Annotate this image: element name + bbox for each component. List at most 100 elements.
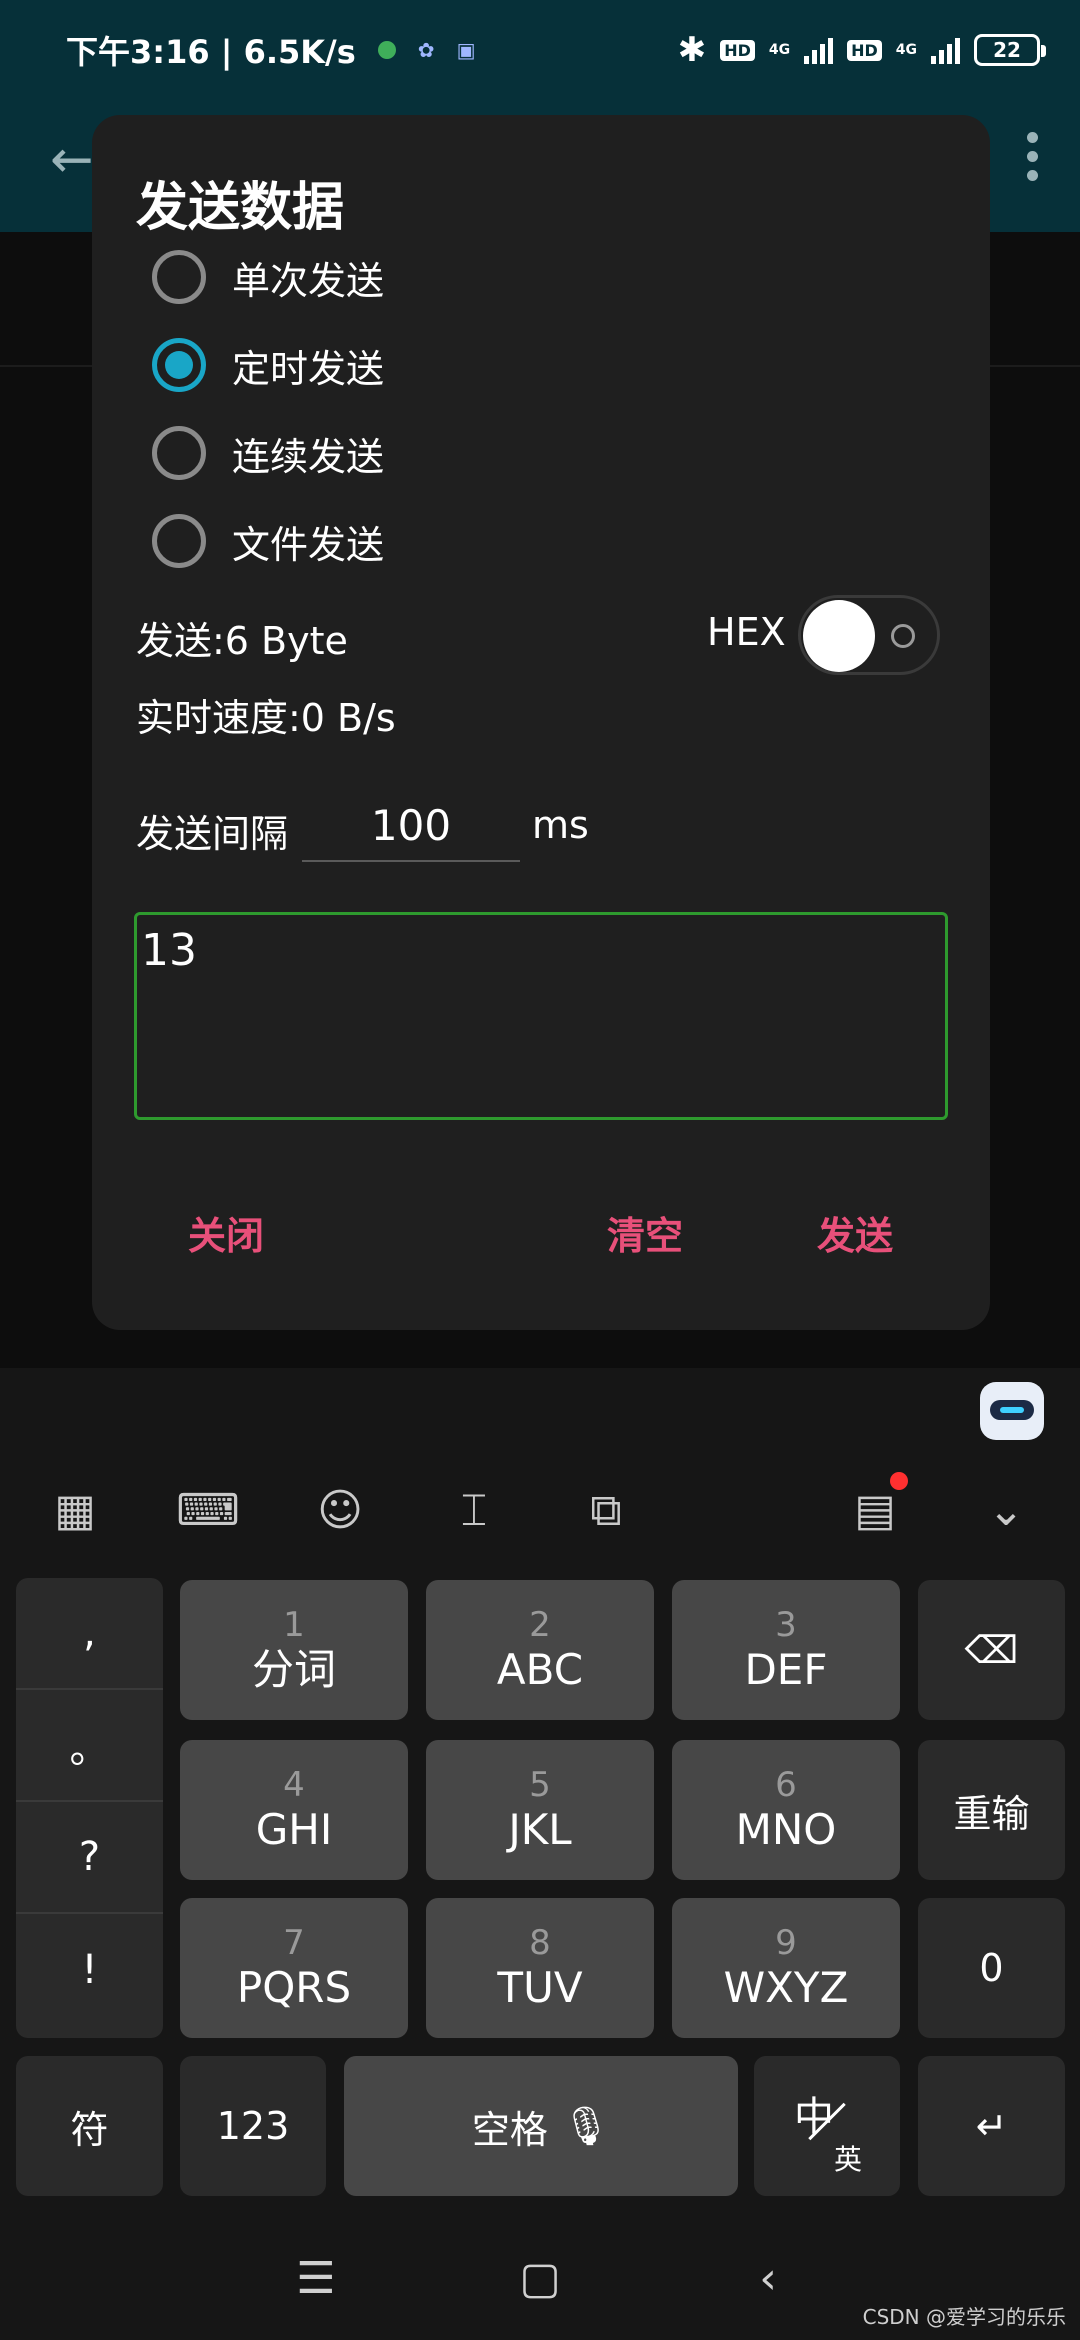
notification-dot xyxy=(890,1472,908,1490)
home-icon[interactable]: ▢ xyxy=(510,2248,570,2308)
key-9[interactable]: 9 WXYZ xyxy=(672,1898,900,2038)
assistant-robot-icon[interactable] xyxy=(980,1382,1044,1440)
keyboard-layout-icon[interactable]: ⌨ xyxy=(176,1470,240,1550)
reinput-key[interactable]: 重输 xyxy=(918,1740,1065,1880)
back-icon[interactable]: ‹ xyxy=(738,2248,798,2308)
key-8[interactable]: 8 TUV xyxy=(426,1898,654,2038)
symbol-label: 符 xyxy=(70,2107,109,2152)
key-letters: DEF xyxy=(744,1645,828,1694)
wechat-icon: ✿ xyxy=(417,38,435,62)
bluetooth-icon: ✱ xyxy=(677,30,707,70)
key-number: 4 xyxy=(283,1765,305,1805)
enter-key[interactable]: ↵ xyxy=(918,2056,1065,2196)
rate-text: 实时速度:0 B/s xyxy=(136,696,396,740)
status-right: ✱ HD 4G HD 4G 22 xyxy=(677,30,1046,70)
symbol-key[interactable]: 符 xyxy=(16,2056,163,2196)
signal-icon-1 xyxy=(804,36,834,64)
translate-icon[interactable]: ⧉ xyxy=(576,1470,636,1550)
key-6[interactable]: 6 MNO xyxy=(672,1740,900,1880)
back-arrow-icon[interactable]: ← xyxy=(50,130,94,190)
send-data-dialog: 发送数据 单次发送 定时发送 连续发送 文件发送 发送:6 Byte HEX 实… xyxy=(92,115,990,1330)
keyboard-toolbar: ▦ ⌨ ☺ ⌶ ⧉ ▤ ⌄ xyxy=(0,1470,1080,1550)
enter-icon: ↵ xyxy=(975,2104,1008,2148)
punct-period-key[interactable]: 。 xyxy=(16,1690,163,1802)
hd-badge-1: HD xyxy=(720,39,755,61)
key-3[interactable]: 3 DEF xyxy=(672,1580,900,1720)
toggle-off-indicator-icon xyxy=(891,624,915,648)
radio-button-checked[interactable] xyxy=(152,338,206,392)
hd-badge-2: HD xyxy=(847,39,882,61)
battery-level: 22 xyxy=(993,38,1021,62)
cursor-edit-icon[interactable]: ⌶ xyxy=(444,1470,504,1550)
hex-toggle[interactable] xyxy=(798,595,940,675)
menu-icon[interactable]: ☰ xyxy=(286,2248,346,2308)
radio-button[interactable] xyxy=(152,426,206,480)
radio-button[interactable] xyxy=(152,514,206,568)
key-number: 1 xyxy=(283,1605,305,1645)
status-bar: 下午3:16 | 6.5K/s ✿ ▣ ✱ HD 4G HD 4G 22 xyxy=(0,0,1080,100)
close-button[interactable]: 关闭 xyxy=(188,1205,264,1260)
key-number: 7 xyxy=(283,1923,305,1963)
battery-icon: 22 xyxy=(974,34,1046,66)
data-input[interactable]: 13 xyxy=(134,912,948,1120)
key-number: 9 xyxy=(775,1923,797,1963)
backspace-key[interactable]: ⌫ xyxy=(918,1580,1065,1720)
network-type-2: 4G xyxy=(895,42,917,58)
key-letters: ABC xyxy=(496,1645,584,1694)
key-number: 8 xyxy=(529,1923,551,1963)
toggle-thumb xyxy=(803,600,875,672)
radio-file-send[interactable]: 文件发送 xyxy=(152,511,384,571)
radio-label: 单次发送 xyxy=(232,258,385,303)
key-letters: JKL xyxy=(508,1805,572,1854)
key-7[interactable]: 7 PQRS xyxy=(180,1898,408,2038)
punct-question-key[interactable]: ? xyxy=(16,1802,163,1914)
key-number: 3 xyxy=(775,1605,797,1645)
space-key[interactable]: 空格 🎙 xyxy=(344,2056,738,2196)
data-text: 13 xyxy=(141,925,197,976)
language-switch-key[interactable]: 中 英 xyxy=(754,2056,900,2196)
punctuation-column: , 。 ? ! xyxy=(16,1578,163,2038)
interval-value: 100 xyxy=(370,800,452,850)
space-label: 空格 xyxy=(471,2107,548,2152)
key-letters: WXYZ xyxy=(723,1963,849,2012)
number-mode-key[interactable]: 123 xyxy=(180,2056,326,2196)
send-button[interactable]: 发送 xyxy=(817,1205,893,1260)
collapse-keyboard-icon[interactable]: ⌄ xyxy=(976,1470,1036,1550)
punct-exclaim-key[interactable]: ! xyxy=(16,1914,163,2026)
key-number: 2 xyxy=(529,1605,551,1645)
watermark: CSDN @爱学习的乐乐 xyxy=(862,2305,1066,2329)
key-0[interactable]: 0 xyxy=(918,1898,1065,2038)
app-notification-icon xyxy=(377,41,396,59)
emoji-icon[interactable]: ☺ xyxy=(310,1470,370,1550)
radio-button[interactable] xyxy=(152,250,206,304)
interval-input[interactable]: 100 xyxy=(302,790,520,862)
more-options-icon[interactable] xyxy=(1027,132,1038,181)
signal-icon-2 xyxy=(931,36,960,64)
radio-label: 连续发送 xyxy=(232,434,385,479)
status-left: 下午3:16 | 6.5K/s ✿ ▣ xyxy=(66,27,475,73)
key-letters: TUV xyxy=(497,1963,583,2012)
key-letters: GHI xyxy=(255,1805,333,1854)
key-number: 5 xyxy=(529,1765,551,1805)
key-1[interactable]: 1 分词 xyxy=(180,1580,408,1720)
network-type-1: 4G xyxy=(768,42,791,58)
sent-bytes-text: 发送:6 Byte xyxy=(136,619,348,663)
key-2[interactable]: 2 ABC xyxy=(426,1580,654,1720)
grid-menu-icon[interactable]: ▦ xyxy=(45,1470,105,1550)
key-number: 6 xyxy=(775,1765,797,1805)
radio-continuous-send[interactable]: 连续发送 xyxy=(152,423,384,483)
interval-unit: ms xyxy=(532,803,589,847)
key-4[interactable]: 4 GHI xyxy=(180,1740,408,1880)
microphone-icon: 🎙 xyxy=(561,2103,611,2148)
radio-label: 文件发送 xyxy=(232,522,385,567)
radio-single-send[interactable]: 单次发送 xyxy=(152,247,384,307)
clear-button[interactable]: 清空 xyxy=(607,1205,683,1260)
lang-en-label: 英 xyxy=(834,2143,863,2176)
key-letters: MNO xyxy=(735,1805,837,1854)
key-5[interactable]: 5 JKL xyxy=(426,1740,654,1880)
radio-timed-send[interactable]: 定时发送 xyxy=(152,335,384,395)
punct-comma-key[interactable]: , xyxy=(16,1578,163,1690)
mail-icon: ▣ xyxy=(456,38,476,62)
hex-label: HEX xyxy=(707,610,786,654)
number-mode-label: 123 xyxy=(216,2104,290,2148)
